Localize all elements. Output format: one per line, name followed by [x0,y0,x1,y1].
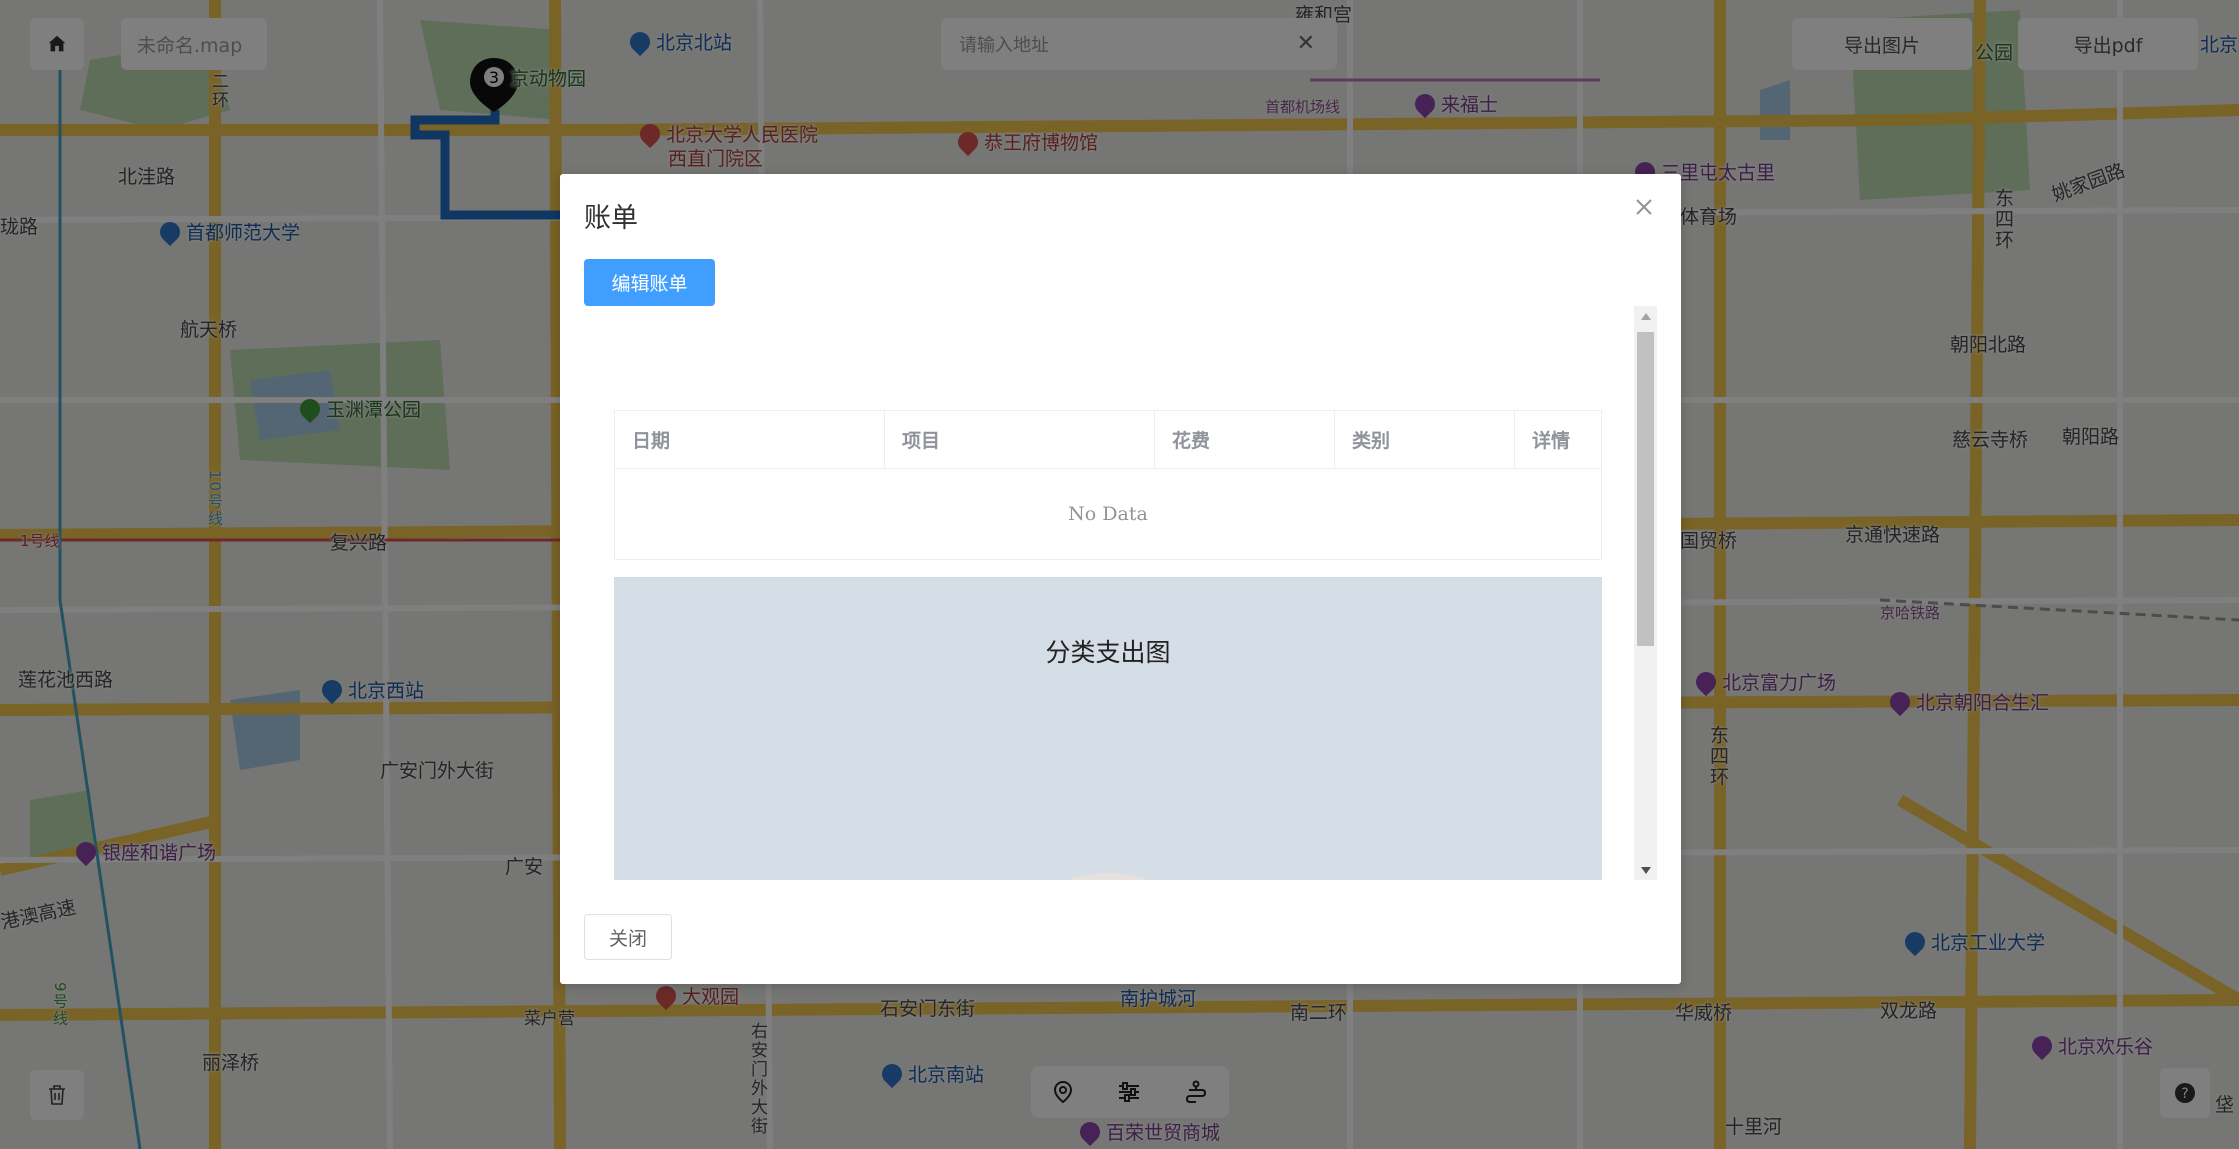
close-button[interactable]: 关闭 [584,914,672,960]
expense-category-chart: 分类支出图 [614,577,1602,880]
chart-title: 分类支出图 [1045,638,1171,667]
dialog-title: 账单 [584,203,638,234]
scroll-down-arrow-icon[interactable] [1634,860,1657,880]
column-header-item[interactable]: 项目 [884,410,1155,469]
bill-table: 日期 项目 花费 类别 详情 No Data [614,410,1602,560]
column-header-category[interactable]: 类别 [1334,410,1515,469]
empty-text: No Data [1068,503,1148,525]
column-header-cost[interactable]: 花费 [1154,410,1335,469]
scrollbar[interactable] [1634,306,1657,880]
column-header-details[interactable]: 详情 [1514,410,1602,469]
chart-pie [988,873,1228,880]
table-empty-row: No Data [615,469,1602,560]
column-header-date[interactable]: 日期 [614,410,885,469]
scroll-up-arrow-icon[interactable] [1634,306,1657,326]
dialog-scroll-content[interactable]: 日期 项目 花费 类别 详情 No Data 分类支出图 [584,306,1629,880]
scrollbar-thumb[interactable] [1637,332,1654,646]
bill-dialog: 账单 编辑账单 日期 项目 花费 类别 详情 No Data 分类支出图 关闭 [560,174,1681,984]
close-icon[interactable] [1631,194,1657,220]
table-header-row: 日期 项目 花费 类别 详情 [614,410,1602,469]
edit-bill-button[interactable]: 编辑账单 [584,259,715,306]
